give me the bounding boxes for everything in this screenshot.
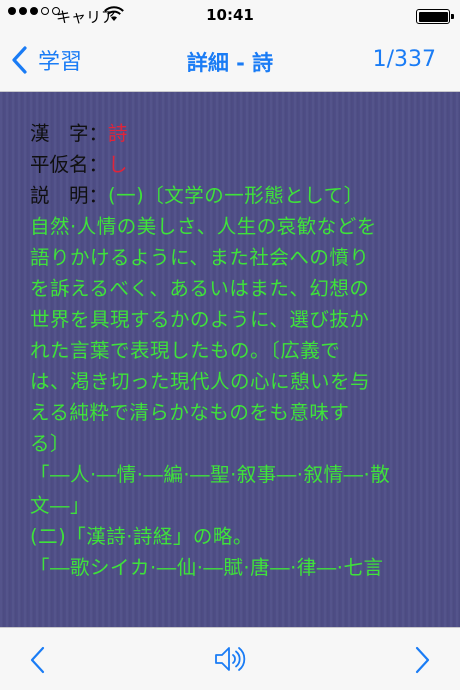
- kana-row: 平仮名 ： し: [30, 149, 432, 180]
- entry-counter: 1/337: [372, 47, 436, 72]
- description-text: 自然·人情の美しさ、人生の哀歓などを 語りかけるように、また社会への憤り を訴え…: [30, 211, 432, 583]
- description-line: 「―人·―情·―編·―聖·叙事―·叙情―·散: [30, 463, 391, 486]
- description-line: は、渇き切った現代人の心に憩いを与: [30, 370, 371, 393]
- navigation-bar: 学習 詳細 - 詩 1/337: [0, 30, 460, 92]
- description-line: (二)「漢詩·詩経」の略。: [30, 525, 253, 548]
- description-line: 「―歌シイカ·―仙·―賦·唐―·律―·七言: [30, 556, 384, 579]
- description-line: 世界を具現するかのように、選び抜か: [30, 308, 370, 331]
- description-first-line: (一)〔文学の一形態として〕: [108, 184, 364, 207]
- kana-label: 平仮名: [30, 153, 89, 176]
- description-line: える純粋で清らかなものをも意味す: [30, 401, 350, 424]
- description-line: れた言葉で表現したもの。〔広義で: [30, 339, 341, 362]
- description-line: る〕: [30, 432, 71, 455]
- chevron-left-icon[interactable]: [26, 645, 50, 675]
- kana-value: し: [108, 153, 128, 176]
- description-separator: ：: [88, 184, 109, 207]
- speaker-icon[interactable]: [213, 644, 247, 674]
- bottom-toolbar: [0, 627, 460, 690]
- description-row: 説 明 ： (一)〔文学の一形態として〕: [30, 180, 432, 211]
- description-line: 自然·人情の美しさ、人生の哀歓などを: [30, 215, 377, 238]
- kanji-value: 詩: [108, 122, 128, 145]
- battery-icon: [416, 9, 454, 24]
- entry-detail[interactable]: 漢 字 ： 詩 平仮名 ： し 説 明 ： (一)〔文学の一形態として〕 自然·…: [0, 92, 460, 627]
- kanji-row: 漢 字 ： 詩: [30, 118, 432, 149]
- description-line: 語りかけるように、また社会への憤り: [30, 246, 370, 269]
- kanji-label: 漢 字: [30, 122, 89, 145]
- kanji-separator: ：: [88, 122, 109, 145]
- chevron-right-icon[interactable]: [410, 645, 434, 675]
- status-time: 10:41: [206, 6, 254, 24]
- status-bar: キャリア 10:41: [0, 0, 460, 30]
- description-line: を訴えるべく、あるいはまた、幻想の: [30, 277, 370, 300]
- description-line: 文―」: [30, 494, 91, 517]
- description-label: 説 明: [30, 184, 89, 207]
- kana-separator: ：: [88, 153, 109, 176]
